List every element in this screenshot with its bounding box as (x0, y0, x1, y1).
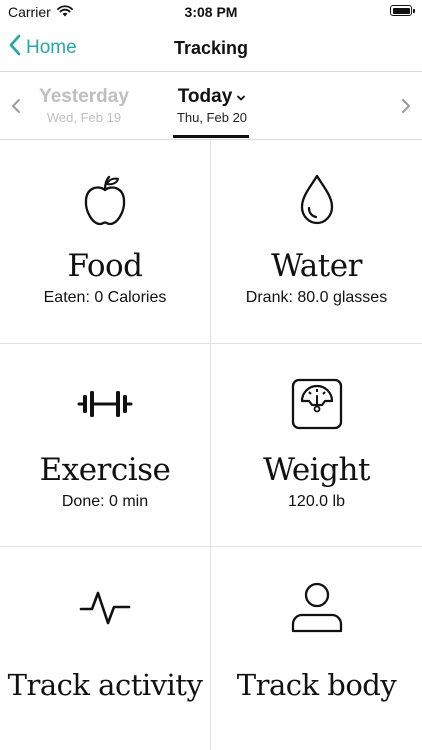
dumbbell-icon (0, 376, 210, 432)
tile-subtitle: Drank: 80.0 glasses (245, 289, 388, 306)
water-tile[interactable]: Water Drank: 80.0 glasses (211, 140, 422, 344)
person-icon (211, 579, 422, 635)
tile-title: Water (271, 248, 362, 284)
track-body-tile[interactable]: Track body (211, 547, 422, 750)
tile-subtitle: 120.0 lb (288, 493, 345, 510)
activity-pulse-icon (0, 579, 210, 635)
water-drop-icon (211, 172, 422, 228)
previous-day-button[interactable] (6, 94, 26, 118)
status-bar: Carrier 3:08 PM (0, 0, 422, 24)
date-tab-date: Wed, Feb 19 (46, 110, 122, 125)
weight-tile[interactable]: Weight 120.0 lb (211, 344, 422, 547)
back-button[interactable]: Home (8, 24, 77, 72)
apple-icon (0, 172, 210, 228)
tile-subtitle: Done: 0 min (61, 493, 149, 510)
scale-icon (211, 376, 422, 432)
tracking-grid: Food Eaten: 0 Calories Water Drank: 80.0… (0, 140, 422, 750)
tile-title: Weight (263, 452, 370, 488)
tracking-screen: Carrier 3:08 PM Home Tracking Yesterday … (0, 0, 422, 750)
selected-tab-indicator (173, 135, 249, 138)
tile-title: Track body (236, 668, 397, 702)
chevron-down-icon (236, 86, 246, 108)
status-time: 3:08 PM (184, 4, 238, 20)
tile-subtitle: Eaten: 0 Calories (43, 289, 167, 306)
back-button-label: Home (26, 37, 77, 58)
date-tab-label: Today (177, 86, 233, 107)
exercise-tile[interactable]: Exercise Done: 0 min (0, 344, 211, 547)
tile-title: Food (67, 248, 144, 284)
chevron-left-icon (12, 99, 20, 113)
date-tab-label: Yesterday (39, 86, 129, 107)
battery-icon (390, 5, 415, 16)
tile-title: Track activity (7, 668, 203, 702)
date-tab-today[interactable]: Today Thu, Feb 20 (164, 86, 260, 127)
tile-title: Exercise (39, 452, 171, 488)
chevron-right-icon (402, 99, 410, 113)
navigation-bar: Home Tracking (0, 24, 422, 72)
track-activity-tile[interactable]: Track activity (0, 547, 211, 750)
date-selector: Yesterday Wed, Feb 19 Today Thu, Feb 20 (0, 72, 422, 140)
date-tab-date: Thu, Feb 20 (176, 110, 248, 125)
chevron-left-icon (8, 34, 22, 62)
date-tab-yesterday[interactable]: Yesterday Wed, Feb 19 (36, 86, 132, 127)
next-day-button[interactable] (396, 94, 416, 118)
food-tile[interactable]: Food Eaten: 0 Calories (0, 140, 211, 344)
